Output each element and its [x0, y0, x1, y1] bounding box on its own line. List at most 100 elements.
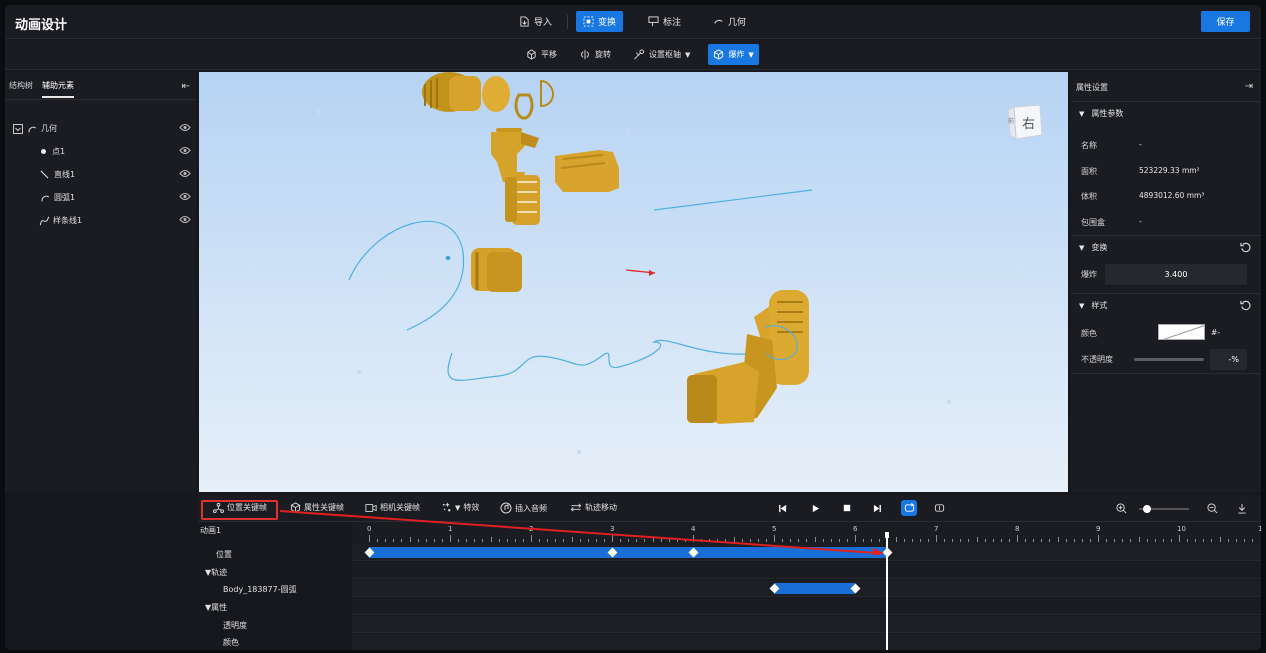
scene[interactable]: [199, 72, 1068, 492]
explode-value-input[interactable]: 3.400: [1105, 264, 1247, 285]
model-part-small[interactable]: [496, 128, 522, 132]
position-keyframe-button[interactable]: 位置关键帧: [213, 502, 267, 513]
ruler-tick: [1057, 537, 1059, 542]
track-label-position[interactable]: 位置: [216, 549, 232, 560]
visibility-eye-icon[interactable]: [179, 123, 191, 132]
opacity-slider[interactable]: [1134, 358, 1204, 361]
tab-import[interactable]: 导入: [512, 11, 559, 32]
move-tool-label: 平移: [541, 50, 557, 59]
timeline-lane[interactable]: [352, 598, 1261, 615]
model-part-clip[interactable]: [540, 79, 555, 108]
ruler-tick: [1033, 539, 1035, 542]
color-swatch[interactable]: [1158, 324, 1205, 340]
ruler-tick: [1170, 539, 1172, 542]
camera-keyframe-button[interactable]: 相机关键帧: [365, 502, 420, 513]
keyframe-span-bar[interactable]: [369, 547, 888, 558]
property-panel: 属性设置 ⇥ ▼ 属性参数 名称 - 面积 523229.33 mm² 体积 4…: [1071, 72, 1261, 492]
zoom-out-button[interactable]: [1204, 500, 1220, 516]
ruler-tick: [1138, 537, 1140, 542]
tab-annotate[interactable]: 标注: [641, 11, 688, 32]
ruler-tick: [701, 539, 703, 542]
save-button[interactable]: 保存: [1201, 11, 1250, 32]
playhead[interactable]: [886, 536, 889, 650]
stop-button[interactable]: [839, 500, 855, 516]
section-style[interactable]: ▼ 样式: [1071, 293, 1261, 317]
view-cube[interactable]: 右 前: [1006, 101, 1048, 143]
tab-annotate-label: 标注: [663, 18, 682, 28]
visibility-eye-icon[interactable]: [179, 146, 191, 155]
reset-icon[interactable]: [1240, 300, 1251, 311]
zoom-in-button[interactable]: [1113, 500, 1129, 516]
timeline-lane[interactable]: [352, 616, 1261, 633]
tab-helper-elements[interactable]: 辅助元素: [42, 80, 74, 98]
loop-once-toggle[interactable]: [931, 500, 947, 516]
ruler-tick: [741, 539, 743, 542]
effects-button[interactable]: ▼ 特效: [441, 502, 479, 513]
play-button[interactable]: [807, 500, 823, 516]
ruler-tick: [555, 539, 557, 542]
property-keyframe-button[interactable]: 属性关键帧: [290, 502, 344, 513]
reset-icon[interactable]: [1240, 242, 1251, 253]
point-element[interactable]: [445, 255, 451, 261]
arc-icon: [41, 195, 50, 201]
arc-element[interactable]: [348, 220, 465, 331]
timeline-lane[interactable]: [352, 562, 1261, 579]
tab-transform[interactable]: 变换: [576, 11, 624, 32]
tree-item-arc1[interactable]: 圆弧1: [5, 186, 196, 209]
loop-toggle[interactable]: [901, 500, 917, 516]
expand-icon[interactable]: [13, 123, 23, 134]
timeline-lane[interactable]: [352, 580, 1261, 597]
collapse-left-icon[interactable]: ⇤: [182, 81, 190, 92]
model-part-trigger[interactable]: [471, 248, 522, 292]
line-element[interactable]: [653, 189, 813, 211]
playhead-handle[interactable]: [885, 532, 890, 538]
timeline-lane[interactable]: [352, 544, 1261, 561]
pivot-icon: [634, 49, 645, 60]
ruler-tick: [620, 539, 622, 542]
chevron-down-icon: ▼: [685, 50, 691, 59]
ruler-tick: [911, 539, 913, 542]
tree-item-point1[interactable]: 点1: [5, 140, 196, 163]
track-label-opacity[interactable]: 透明度: [223, 620, 247, 631]
model-part-ring[interactable]: [514, 93, 534, 120]
visibility-eye-icon[interactable]: [179, 169, 191, 178]
effects-label: 特效: [463, 503, 480, 512]
model-part-main-body[interactable]: [687, 290, 809, 424]
model-part-handle-top[interactable]: [491, 132, 540, 225]
pivot-tool[interactable]: 设置枢轴 ▼: [629, 44, 694, 65]
section-params[interactable]: ▼ 属性参数: [1071, 101, 1261, 125]
track-group-trajectory[interactable]: ▼轨迹: [205, 567, 227, 578]
rotate-tool[interactable]: 旋转: [575, 44, 615, 65]
insert-audio-button[interactable]: 插入音频: [500, 502, 547, 514]
tree-item-geometry[interactable]: 几何: [5, 117, 196, 140]
step-forward-button[interactable]: [869, 500, 885, 516]
opacity-value-input[interactable]: -%: [1210, 349, 1247, 370]
track-label-color[interactable]: 颜色: [223, 637, 239, 648]
zoom-slider-thumb[interactable]: [1142, 505, 1151, 513]
tree-item-line1[interactable]: 直线1: [5, 163, 196, 186]
ruler-tick: [960, 539, 962, 542]
model-part-motor-housing[interactable]: [422, 72, 510, 112]
tab-geometry[interactable]: 几何: [706, 11, 753, 32]
tab-import-label: 导入: [534, 18, 553, 28]
3d-viewport[interactable]: 右 前: [199, 72, 1068, 492]
visibility-eye-icon[interactable]: [179, 215, 191, 224]
time-ruler[interactable]: 0 1 2 3 4 5 6 7 8 9 10 1: [352, 522, 1261, 544]
ruler-tick: [1227, 539, 1229, 542]
visibility-eye-icon[interactable]: [179, 192, 191, 201]
timeline-track-area[interactable]: 0 1 2 3 4 5 6 7 8 9 10 1: [352, 522, 1261, 650]
step-back-button[interactable]: [774, 500, 790, 516]
move-tool[interactable]: 平移: [522, 44, 561, 65]
track-label-body-arc[interactable]: Body_183877-圆弧: [223, 584, 297, 595]
ruler-tick: [968, 539, 970, 542]
explode-tool[interactable]: 爆炸 ▼: [708, 44, 759, 65]
tree-item-spline1[interactable]: 样条线1: [5, 209, 196, 232]
section-transform[interactable]: ▼ 变换: [1071, 235, 1261, 259]
download-button[interactable]: [1234, 500, 1250, 516]
collapse-right-icon[interactable]: ⇥: [1245, 81, 1253, 92]
keyframe-span-bar[interactable]: [774, 583, 855, 594]
track-group-properties[interactable]: ▼属性: [205, 602, 227, 613]
tab-structure-tree[interactable]: 结构树: [9, 80, 33, 98]
track-move-button[interactable]: 轨迹移动: [570, 502, 617, 513]
timeline-lane[interactable]: [352, 634, 1261, 650]
